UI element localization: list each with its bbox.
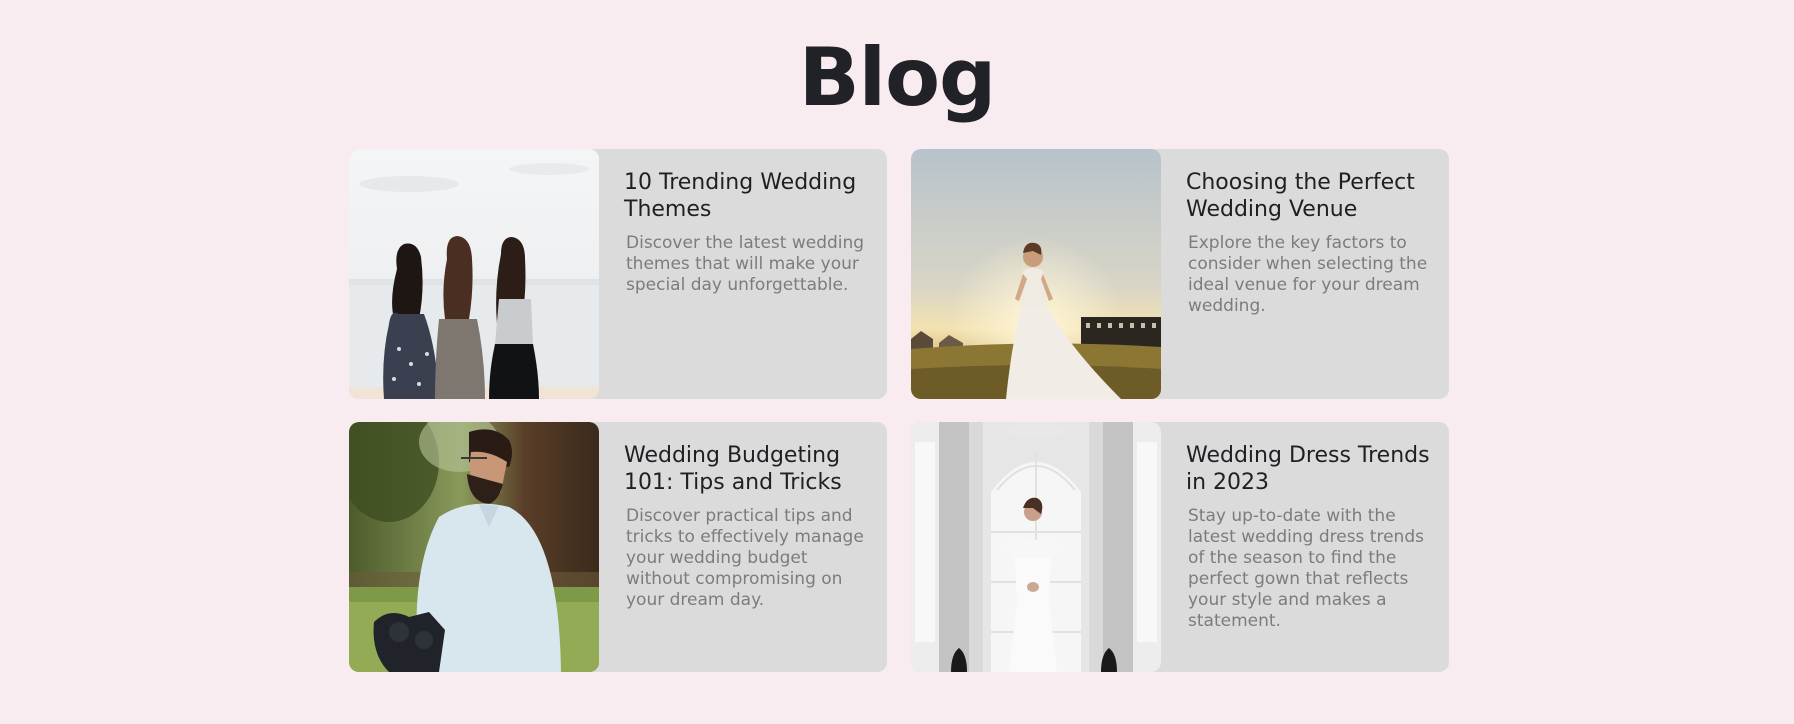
post-title[interactable]: Choosing the Perfect Wedding Venue [1186, 169, 1437, 223]
post-content: Wedding Budgeting 101: Tips and Tricks D… [599, 422, 887, 672]
blog-post-card[interactable]: 10 Trending Wedding Themes Discover the … [349, 149, 887, 399]
blog-post-grid: 10 Trending Wedding Themes Discover the … [349, 149, 1449, 672]
post-thumbnail-image[interactable] [349, 149, 599, 399]
bride-sunset-photo [911, 149, 1161, 399]
post-content: Wedding Dress Trends in 2023 Stay up-to-… [1161, 422, 1449, 672]
page-title: Blog [798, 31, 997, 124]
post-title[interactable]: 10 Trending Wedding Themes [624, 169, 875, 223]
bride-white-room-photo [911, 422, 1161, 672]
post-title[interactable]: Wedding Dress Trends in 2023 [1186, 442, 1437, 496]
post-content: Choosing the Perfect Wedding Venue Explo… [1161, 149, 1449, 399]
post-description: Discover the latest wedding themes that … [626, 233, 865, 295]
post-description: Stay up-to-date with the latest wedding … [1188, 506, 1424, 631]
blog-post-card[interactable]: Choosing the Perfect Wedding Venue Explo… [911, 149, 1449, 399]
blog-post-card[interactable]: Wedding Dress Trends in 2023 Stay up-to-… [911, 422, 1449, 672]
post-title[interactable]: Wedding Budgeting 101: Tips and Tricks [624, 442, 875, 496]
post-thumbnail-image[interactable] [349, 422, 599, 672]
post-thumbnail-image[interactable] [911, 422, 1161, 672]
blog-post-card[interactable]: Wedding Budgeting 101: Tips and Tricks D… [349, 422, 887, 672]
post-description: Discover practical tips and tricks to ef… [626, 506, 864, 610]
post-description: Explore the key factors to consider when… [1188, 233, 1428, 316]
man-with-camera-photo [349, 422, 599, 672]
three-women-photo [349, 149, 599, 399]
post-content: 10 Trending Wedding Themes Discover the … [599, 149, 887, 399]
post-thumbnail-image[interactable] [911, 149, 1161, 399]
